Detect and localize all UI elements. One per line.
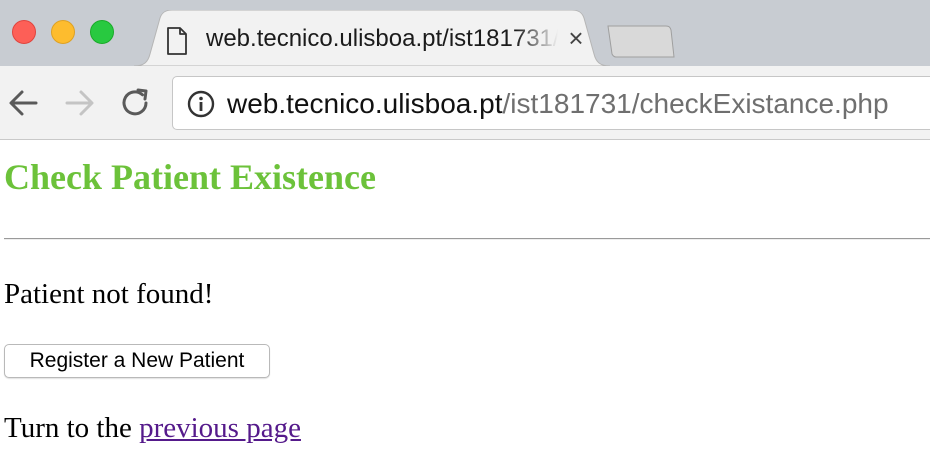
active-tab[interactable]: web.tecnico.ulisboa.pt/ist181731/checkEx… [134, 10, 610, 66]
document-icon [167, 27, 187, 55]
close-window-button[interactable] [12, 20, 36, 44]
url-path: /ist181731/checkExistance.php [502, 88, 889, 119]
new-tab-button[interactable] [606, 24, 676, 60]
status-message: Patient not found! [4, 278, 214, 310]
zoom-window-button[interactable] [90, 20, 114, 44]
forward-arrow-icon[interactable] [63, 86, 97, 120]
close-icon[interactable]: × [564, 23, 588, 53]
tab-strip: web.tecnico.ulisboa.pt/ist181731/checkEx… [0, 0, 930, 66]
horizontal-rule [4, 238, 930, 240]
minimize-window-button[interactable] [51, 20, 75, 44]
previous-page-link[interactable]: previous page [139, 412, 301, 444]
page-content: Check Patient Existence Patient not foun… [0, 141, 930, 459]
navigation-text: Turn to the previous page [4, 410, 301, 446]
tab-title: web.tecnico.ulisboa.pt/ist181731/checkEx… [206, 25, 558, 52]
page-title: Check Patient Existence [4, 157, 376, 197]
navigation-prefix: Turn to the [4, 412, 140, 444]
info-icon[interactable] [187, 90, 215, 118]
address-bar[interactable]: web.tecnico.ulisboa.pt/ist181731/checkEx… [172, 76, 930, 130]
back-arrow-icon[interactable] [6, 86, 40, 120]
url-host: web.tecnico.ulisboa.pt [227, 88, 503, 119]
reload-icon[interactable] [119, 86, 153, 120]
register-new-patient-button[interactable]: Register a New Patient [4, 344, 270, 378]
browser-toolbar: web.tecnico.ulisboa.pt/ist181731/checkEx… [0, 66, 930, 140]
url-text: web.tecnico.ulisboa.pt/ist181731/checkEx… [227, 87, 889, 121]
